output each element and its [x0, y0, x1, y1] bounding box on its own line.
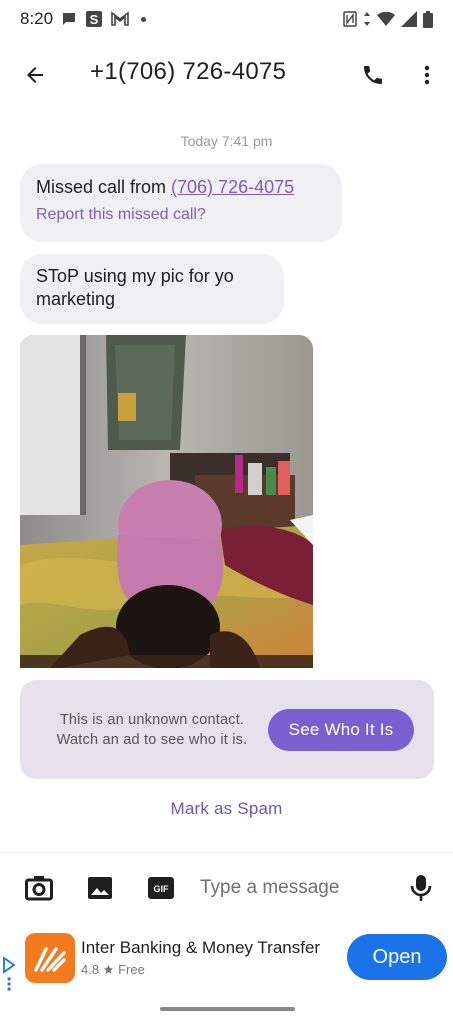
gif-button[interactable]: GIF — [146, 873, 176, 903]
gallery-button[interactable] — [85, 873, 115, 903]
ad-app-logo[interactable] — [25, 933, 75, 983]
unknown-contact-text: This is an unknown contact. Watch an ad … — [56, 712, 248, 749]
message-timestamp: Today 7:41 pm — [180, 133, 273, 149]
report-missed-call-link[interactable]: Report this missed call? — [36, 205, 326, 226]
photo-thumbnail — [20, 335, 313, 668]
ad-open-button[interactable]: Open — [347, 934, 447, 980]
phone-icon — [364, 66, 382, 84]
call-button[interactable] — [358, 60, 388, 90]
camera-button[interactable] — [24, 873, 54, 903]
status-time: 8:20 — [20, 9, 54, 28]
see-who-it-is-button[interactable]: See Who It Is — [268, 709, 414, 751]
message-bubble[interactable]: SToP using my pic for yo marketing — [20, 254, 284, 324]
ad-title: Inter Banking & Money Transfer — [81, 938, 321, 957]
compose-bar: GIF — [0, 853, 453, 921]
back-button[interactable] — [20, 60, 50, 90]
message-input[interactable] — [200, 873, 390, 903]
s-app-icon: S — [85, 10, 103, 28]
ad-banner[interactable]: Inter Banking & Money Transfer 4.8 Free … — [0, 925, 453, 997]
ad-rating: 4.8 — [81, 962, 100, 977]
gif-icon: GIF — [148, 877, 174, 899]
voice-input-button[interactable] — [406, 873, 436, 903]
battery-icon — [423, 10, 433, 28]
missed-call-bubble: Missed call from (706) 726-4075 Report t… — [20, 164, 342, 242]
more-vert-icon — [424, 65, 430, 85]
mark-as-spam-button[interactable]: Mark as Spam — [0, 799, 453, 819]
back-arrow-icon — [27, 67, 43, 83]
svg-text:S: S — [90, 12, 99, 27]
more-options-button[interactable] — [412, 60, 442, 90]
gif-label: GIF — [154, 884, 170, 894]
camera-icon — [25, 876, 53, 901]
ad-price: Free — [118, 962, 145, 977]
chat-bubble-icon — [61, 11, 77, 27]
image-message[interactable] — [20, 335, 313, 668]
contact-title: +1(706) 726-4075 — [90, 58, 287, 85]
missed-call-text: Missed call from — [36, 177, 172, 197]
data-arrows-icon — [363, 12, 371, 26]
phone-number-link[interactable]: (706) 726-4075 — [171, 177, 294, 197]
nfc-icon — [343, 11, 357, 27]
conversation-header: +1(706) 726-4075 — [0, 44, 453, 106]
star-icon — [103, 964, 114, 974]
wifi-icon — [377, 12, 395, 26]
mic-icon — [410, 875, 432, 901]
dot-icon — [141, 16, 147, 22]
gmail-icon — [111, 11, 129, 27]
app-logo-icon — [34, 947, 66, 972]
ad-choices-icon[interactable] — [2, 957, 16, 991]
unknown-contact-card: This is an unknown contact. Watch an ad … — [20, 680, 434, 779]
signal-icon — [401, 11, 417, 27]
gallery-icon — [88, 877, 112, 899]
status-bar: 8:20 S — [0, 0, 453, 38]
gesture-nav-handle[interactable] — [160, 1007, 295, 1011]
ad-meta: 4.8 Free — [81, 962, 145, 977]
